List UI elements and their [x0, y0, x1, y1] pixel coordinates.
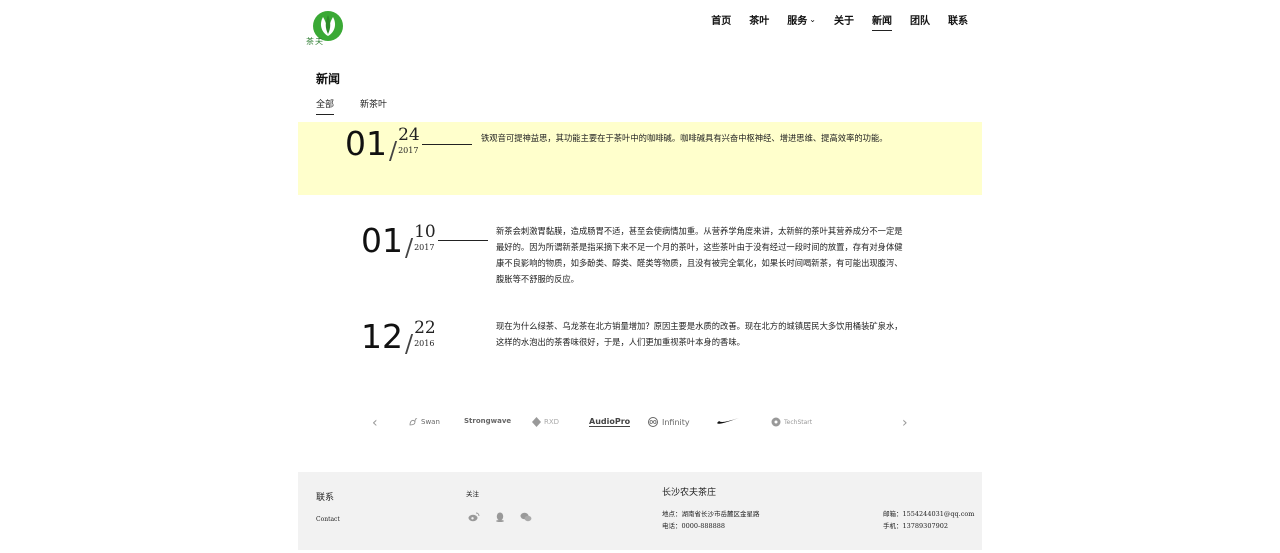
diamond-icon [532, 417, 541, 427]
nav-label: 新闻 [872, 16, 892, 27]
partner-logo-audiopro[interactable]: AudioPro [589, 417, 631, 427]
divider-line [438, 240, 488, 241]
date-slash: / [405, 330, 414, 358]
date-year: 2017 [398, 146, 419, 155]
nike-swoosh-icon [717, 418, 739, 424]
tab-all[interactable]: 全部 [316, 97, 335, 115]
footer-email[interactable]: 邮箱：1554244031@qq.com [883, 508, 974, 518]
date-month: 01 [361, 221, 403, 260]
partner-logo-rxd[interactable]: RXD [532, 417, 559, 427]
date-day: 22 [414, 318, 436, 338]
partner-name: Strongwave [464, 417, 512, 425]
chevron-down-icon: ⌄ [809, 15, 816, 24]
partner-logo-carousel: ‹ Swan Strongwave RXD AudioPro Infinity … [368, 413, 912, 435]
nav-item-services[interactable]: 服务 ⌄ [787, 12, 816, 27]
date-month: 12 [361, 317, 403, 356]
news-item[interactable]: 01 / 24 2017 铁观音可提神益思，其功能主要在于茶叶中的咖啡碱。咖啡碱… [298, 122, 982, 195]
nav-label: 茶叶 [749, 16, 770, 27]
date-year: 2016 [414, 339, 435, 348]
partner-name: RXD [544, 418, 560, 426]
date-slash: / [389, 137, 398, 165]
partner-logo-strongwave[interactable]: Strongwave [464, 417, 511, 425]
footer-company-name: 长沙农夫茶庄 [662, 488, 717, 498]
footer-contact-link[interactable]: Contact [316, 516, 340, 523]
footer-phone: 电话：0000-888888 [662, 522, 726, 530]
nav-label: 首页 [711, 16, 732, 27]
partner-name: AudioPro [589, 417, 631, 427]
infinity-icon [648, 417, 658, 427]
nav-label: 服务 [787, 16, 808, 27]
partner-logo-infinity[interactable]: Infinity [647, 417, 690, 427]
footer-mobile: 手机：13789307902 [883, 522, 948, 530]
partner-logo-techstart[interactable]: TechStart [771, 417, 812, 427]
news-item[interactable]: 01 / 10 2017 新茶会刺激胃黏膜，造成肠胃不适，甚至会使病情加重。从营… [298, 218, 982, 298]
partner-name: Infinity [662, 417, 690, 427]
main-nav: 首页 茶叶 服务 ⌄ 关于 新闻 团队 联系 [711, 12, 968, 31]
footer-contact-title: 联系 [316, 493, 335, 503]
wechat-icon[interactable] [520, 512, 532, 522]
nav-label: 团队 [910, 16, 930, 27]
date-day: 24 [398, 125, 420, 145]
date-day: 10 [414, 222, 436, 242]
nav-item-news[interactable]: 新闻 [872, 12, 892, 31]
news-summary: 铁观音可提神益思，其功能主要在于茶叶中的咖啡碱。咖啡碱具有兴奋中枢神经、增进思维… [481, 133, 888, 143]
footer-address: 地点：湖南省长沙市岳麓区金星路 [662, 510, 760, 518]
nav-item-home[interactable]: 首页 [711, 12, 731, 27]
news-summary: 新茶会刺激胃黏膜，造成肠胃不适，甚至会使病情加重。从营养学角度来讲，太新鲜的茶叶… [496, 226, 903, 284]
logo-text: 茶夫 [306, 37, 324, 46]
news-date: 01 / 24 2017 [345, 124, 420, 166]
nav-label: 联系 [948, 16, 968, 27]
news-date: 01 / 10 2017 [361, 221, 436, 263]
date-slash: / [405, 234, 414, 262]
news-filter-tabs: 全部 新茶叶 [316, 97, 387, 115]
gear-icon [771, 417, 781, 427]
tab-new-tea[interactable]: 新茶叶 [360, 97, 387, 115]
news-summary: 现在为什么绿茶、乌龙茶在北方销量增加？原因主要是水质的改善。现在北方的城镇居民大… [496, 321, 903, 347]
page-title: 新闻 [316, 72, 341, 86]
nav-item-team[interactable]: 团队 [910, 12, 930, 27]
swan-icon [409, 418, 418, 426]
site-footer: 联系 Contact 关注 长沙农夫茶庄 地点：湖南省长沙市岳麓区金星路 电话：… [298, 472, 982, 550]
page-container: 茶夫 首页 茶叶 服务 ⌄ 关于 新闻 团队 联系 新闻 全部 新茶叶 01 / … [298, 0, 982, 553]
qq-icon[interactable] [494, 512, 506, 522]
partner-name: Swan [421, 418, 440, 426]
date-year: 2017 [414, 243, 435, 252]
news-date: 12 / 22 2016 [361, 317, 436, 359]
footer-follow-title: 关注 [466, 490, 479, 498]
weibo-icon[interactable] [468, 512, 480, 522]
partner-logo-swan[interactable]: Swan [408, 417, 440, 427]
social-icons [468, 512, 532, 522]
divider-line [422, 144, 472, 145]
nav-label: 关于 [834, 16, 854, 27]
news-item[interactable]: 12 / 22 2016 现在为什么绿茶、乌龙茶在北方销量增加？原因主要是水质的… [298, 315, 982, 360]
carousel-prev-arrow-icon[interactable]: ‹ [372, 415, 378, 431]
date-month: 01 [345, 124, 387, 163]
nav-item-tea[interactable]: 茶叶 [749, 12, 769, 27]
carousel-next-arrow-icon[interactable]: › [902, 415, 908, 431]
nav-item-contact[interactable]: 联系 [948, 12, 968, 27]
partner-logo-nike[interactable] [716, 417, 740, 425]
partner-name: TechStart [784, 418, 813, 426]
nav-item-about[interactable]: 关于 [834, 12, 854, 27]
